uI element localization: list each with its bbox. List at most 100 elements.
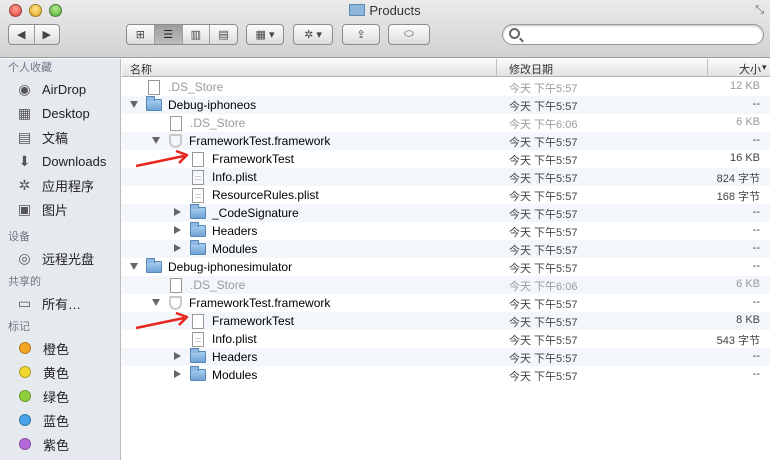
table-row[interactable]: ResourceRules.plist 今天 下午5:57 168 字节: [122, 186, 770, 204]
table-row[interactable]: Headers 今天 下午5:57 --: [122, 222, 770, 240]
search-input[interactable]: [525, 27, 755, 42]
file-date: 今天 下午5:57: [509, 317, 578, 329]
disclosure-closed-icon[interactable]: [174, 244, 181, 252]
sidebar-item-all-shared[interactable]: ▭ 所有…: [0, 291, 120, 315]
sidebar-item-label: 远程光盘: [42, 251, 95, 267]
file-name-cell: FrameworkTest.framework: [168, 295, 330, 311]
folder-icon: [190, 366, 206, 381]
tag-list: 橙色 黄色绿色蓝色 紫色: [0, 336, 120, 456]
file-date: 今天 下午5:57: [509, 137, 578, 149]
column-header-date[interactable]: 修改日期: [509, 61, 553, 77]
table-row[interactable]: FrameworkTest.framework 今天 下午5:57 --: [122, 294, 770, 312]
sidebar-item-downloads[interactable]: ⬇ Downloads: [0, 149, 120, 173]
edit-tags-button[interactable]: ⬭: [388, 24, 430, 45]
file-size: --: [752, 242, 760, 254]
tag-color-dot-icon: [19, 390, 31, 402]
sidebar-item-tag[interactable]: 蓝色: [0, 408, 120, 432]
sidebar-item-applications[interactable]: ✲ 应用程序: [0, 173, 120, 197]
action-button[interactable]: ✲ ▾: [293, 24, 333, 45]
disclosure-open-icon[interactable]: [152, 137, 160, 144]
file-name: ResourceRules.plist: [212, 188, 319, 202]
sidebar-item-label: 绿色: [43, 389, 70, 405]
sidebar-item-airdrop[interactable]: ◉ AirDrop: [0, 77, 120, 101]
table-row[interactable]: FrameworkTest 今天 下午5:57 16 KB: [122, 149, 770, 168]
table-row[interactable]: FrameworkTest 今天 下午5:57 8 KB: [122, 310, 770, 332]
view-mode-control: ⊞ ☰ ▥ ▤: [126, 24, 238, 45]
sidebar-item-documents[interactable]: ▤ 文稿: [0, 125, 120, 149]
share-button[interactable]: ⇪: [342, 24, 380, 45]
file-name: Modules: [212, 242, 258, 256]
file-name-cell: .DS_Store: [168, 277, 245, 293]
table-row[interactable]: Debug-iphonesimulator 今天 下午5:57 --: [122, 258, 770, 276]
share-icon: ⇪: [356, 29, 366, 41]
file-name: Headers: [212, 224, 258, 238]
table-row[interactable]: Modules 今天 下午5:57 --: [122, 366, 770, 384]
sidebar-item-tag[interactable]: 橙色: [0, 336, 120, 360]
fullscreen-icon[interactable]: ⤡: [755, 4, 764, 17]
file-date: 今天 下午5:57: [509, 155, 578, 167]
sidebar: 个人收藏 ◉ AirDrop ▦ Desktop ▤ 文稿 ⬇ Downloads ✲ 应…: [0, 59, 121, 460]
file-size: 6 KB: [736, 278, 760, 290]
column-divider[interactable]: [707, 59, 708, 77]
sidebar-item-desktop[interactable]: ▦ Desktop: [0, 101, 120, 125]
file-size: 6 KB: [736, 116, 760, 128]
framework-bundle-icon: [169, 296, 182, 310]
folder-icon: [190, 240, 206, 255]
file-size: 8 KB: [736, 314, 760, 326]
file-size: --: [752, 98, 760, 110]
sidebar-item-pictures[interactable]: ▣ 图片: [0, 197, 120, 221]
red-arrow-annotation-icon: [134, 310, 194, 332]
disclosure-closed-icon[interactable]: [174, 208, 181, 216]
disclosure-closed-icon[interactable]: [174, 226, 181, 234]
column-header-size[interactable]: 大小: [739, 61, 761, 77]
sidebar-header-devices: 设备: [8, 231, 30, 243]
forward-button[interactable]: ▶: [35, 25, 60, 44]
file-date: 今天 下午5:57: [509, 209, 578, 221]
disclosure-open-icon[interactable]: [152, 299, 160, 306]
table-row[interactable]: FrameworkTest.framework 今天 下午5:57 --: [122, 132, 770, 150]
disclosure-open-icon[interactable]: [130, 101, 138, 108]
file-name-cell: .DS_Store: [146, 79, 223, 95]
file-name-cell: FrameworkTest: [190, 313, 294, 329]
file-name: FrameworkTest.framework: [189, 134, 331, 148]
desktop-icon: ▦: [17, 104, 32, 121]
table-row[interactable]: .DS_Store 今天 下午5:57 12 KB: [122, 78, 770, 96]
back-button[interactable]: ◀: [9, 25, 35, 44]
sidebar-item-tag[interactable]: 绿色: [0, 384, 120, 408]
sidebar-item-tag[interactable]: 黄色: [0, 360, 120, 384]
search-field[interactable]: [502, 24, 764, 45]
disclosure-closed-icon[interactable]: [174, 352, 181, 360]
remote-disc-icon: ◎: [18, 249, 31, 266]
file-date: 今天 下午5:57: [509, 173, 578, 185]
list-view-button[interactable]: ☰: [154, 25, 183, 44]
arrange-button[interactable]: ▦ ▾: [246, 24, 284, 45]
column-headers: 名称 修改日期 大小 ▾: [122, 59, 770, 77]
file-name: FrameworkTest: [212, 152, 295, 166]
file-date: 今天 下午6:06: [509, 281, 578, 293]
file-name-cell: Headers: [190, 348, 257, 365]
column-header-name[interactable]: 名称: [130, 61, 152, 77]
disclosure-open-icon[interactable]: [130, 263, 138, 270]
table-row[interactable]: _CodeSignature 今天 下午5:57 --: [122, 204, 770, 222]
folder-icon: [190, 348, 206, 363]
file-icon: [170, 277, 182, 293]
file-size: --: [752, 296, 760, 308]
file-size: 12 KB: [730, 80, 760, 92]
icon-view-button[interactable]: ⊞: [127, 25, 155, 44]
table-row[interactable]: Modules 今天 下午5:57 --: [122, 240, 770, 258]
table-row[interactable]: Info.plist 今天 下午5:57 543 字节: [122, 330, 770, 348]
table-row[interactable]: Debug-iphoneos 今天 下午5:57 --: [122, 96, 770, 114]
table-row[interactable]: .DS_Store 今天 下午6:06 6 KB: [122, 114, 770, 132]
tag-color-dot-icon: [19, 366, 31, 378]
column-divider[interactable]: [496, 59, 497, 77]
table-row[interactable]: Headers 今天 下午5:57 --: [122, 348, 770, 366]
column-view-button[interactable]: ▥: [183, 25, 211, 44]
sidebar-item-remote-disc[interactable]: ◎ 远程光盘: [0, 246, 120, 270]
table-row[interactable]: Info.plist 今天 下午5:57 824 字节: [122, 168, 770, 186]
sidebar-item-tag[interactable]: 紫色: [0, 432, 120, 456]
file-name-cell: Info.plist: [190, 169, 257, 185]
file-date: 今天 下午5:57: [509, 227, 578, 239]
coverflow-view-button[interactable]: ▤: [210, 25, 237, 44]
table-row[interactable]: .DS_Store 今天 下午6:06 6 KB: [122, 276, 770, 294]
disclosure-closed-icon[interactable]: [174, 370, 181, 378]
